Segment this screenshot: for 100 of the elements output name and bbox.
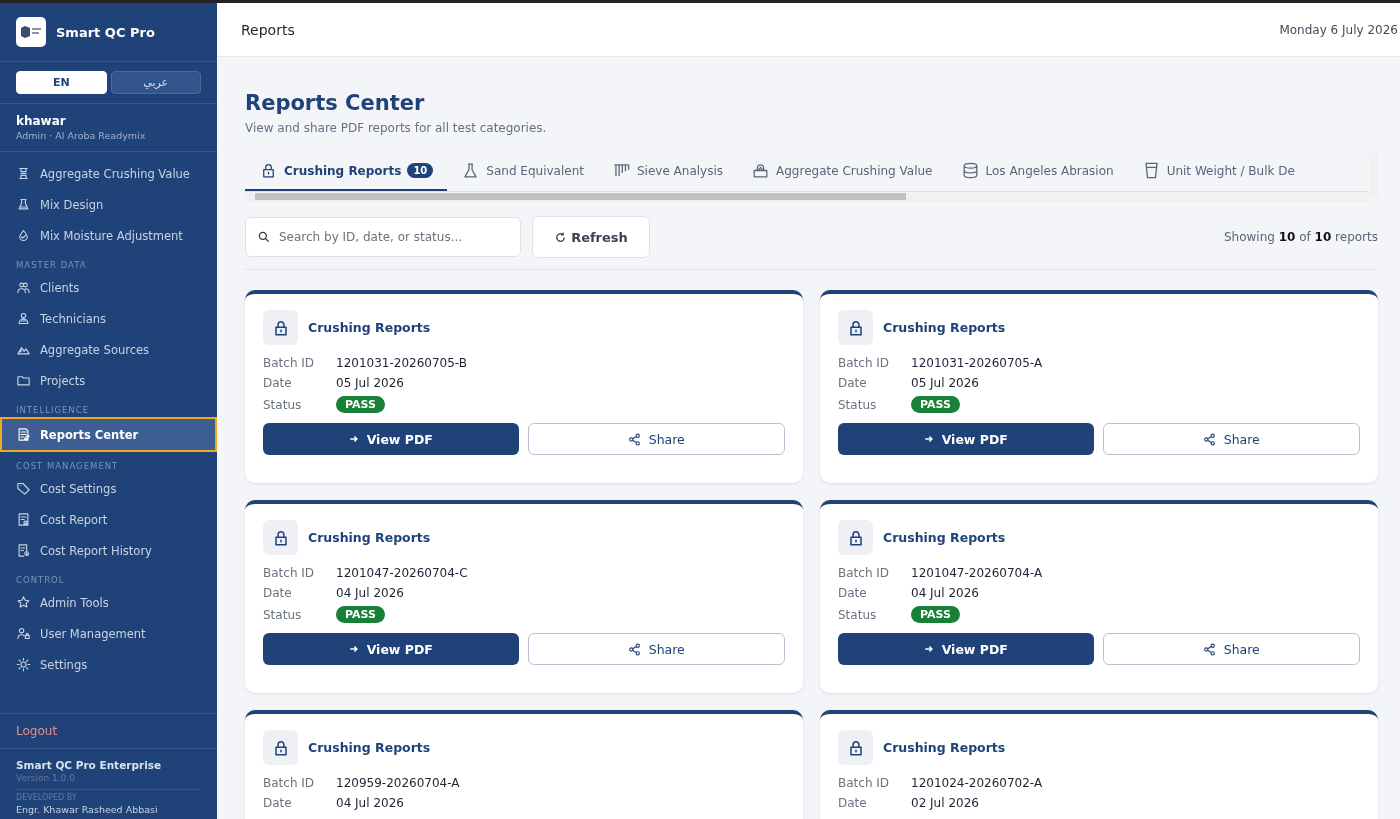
field-label: Batch ID (838, 776, 891, 790)
version-text: Version 1.0.0 (16, 773, 76, 783)
document-clock-icon (16, 543, 31, 558)
view-pdf-button[interactable]: View PDF (263, 423, 519, 455)
view-pdf-button[interactable]: View PDF (838, 633, 1094, 665)
report-date: 05 Jul 2026 (911, 376, 980, 390)
card-title: Crushing Reports (308, 320, 431, 335)
search-field[interactable]: Search by ID, date, or status... (245, 217, 521, 257)
category-tab[interactable]: Sand Equivalent (447, 153, 598, 191)
category-tab[interactable]: Los Angeles Abrasion (946, 153, 1128, 191)
report-date: 02 Jul 2026 (911, 796, 980, 810)
card-title: Crushing Reports (883, 530, 1006, 545)
report-date: 04 Jul 2026 (336, 586, 405, 600)
report-date: 04 Jul 2026 (336, 796, 405, 810)
card-title: Crushing Reports (308, 740, 431, 755)
status-pill: PASS (336, 606, 385, 623)
header-title: Reports (241, 21, 295, 38)
batch-id: 1201047-20260704-A (911, 566, 1044, 580)
field-label: Batch ID (838, 356, 891, 370)
crusher-icon (16, 166, 31, 181)
share-button[interactable]: Share (527, 633, 785, 665)
nav-item[interactable]: Technicians (0, 303, 217, 334)
share-icon (627, 432, 641, 446)
lock-icon (838, 310, 873, 345)
nav-item[interactable]: Mix Moisture Adjustment (0, 220, 217, 251)
nav-item[interactable]: User Management (0, 618, 217, 649)
developer-name: Engr. Khawar Rasheed Abbasi (16, 804, 159, 815)
field-label: Date (838, 376, 868, 390)
category-tab[interactable]: Unit Weight / Bulk De (1127, 153, 1309, 191)
category-tab[interactable]: Aggregate Crushing Value (737, 153, 947, 191)
horizontal-scrollbar[interactable] (245, 193, 1368, 202)
section-heading: MASTER DATA (15, 259, 88, 272)
arrow-icon (923, 644, 934, 654)
nav-item[interactable]: Reports Center (0, 417, 217, 452)
nav-item[interactable]: Aggregate Sources (0, 334, 217, 365)
refresh-icon (554, 230, 568, 244)
lock-icon (263, 730, 298, 765)
field-label: Date (838, 796, 868, 810)
lock-icon (838, 520, 873, 555)
arrow-icon (348, 644, 359, 654)
header-date: Monday 6 July 2026 (1279, 22, 1398, 37)
status-pill: PASS (336, 396, 385, 413)
field-label: Batch ID (838, 566, 891, 580)
category-tab[interactable]: Crushing Reports 10 (245, 153, 448, 191)
section-heading: COST MANAGEMENT (15, 460, 120, 473)
field-label: Status (838, 397, 878, 412)
arrow-icon (923, 434, 934, 444)
field-label: Date (263, 586, 293, 600)
share-button[interactable]: Share (527, 423, 785, 455)
category-tab[interactable]: Sieve Analysis (597, 153, 738, 191)
user-lock-icon (16, 626, 31, 641)
field-label: Date (263, 796, 293, 810)
app-name: Smart QC Pro (56, 24, 155, 40)
lock-icon (263, 310, 298, 345)
logo-icon (16, 17, 46, 47)
field-label: Status (263, 397, 303, 412)
field-label: Batch ID (263, 566, 316, 580)
share-button[interactable]: Share (1102, 633, 1360, 665)
share-button[interactable]: Share (1102, 423, 1360, 455)
nav-item[interactable]: Mix Design (0, 189, 217, 220)
search-icon (257, 230, 271, 244)
nav-item[interactable]: Cost Report (0, 504, 217, 535)
results-count: Showing 10 of 10 reports (1223, 230, 1378, 244)
nav-item[interactable]: Cost Settings (0, 473, 217, 504)
nav-item[interactable]: Cost Report History (0, 535, 217, 566)
settings-icon (16, 657, 31, 672)
field-label: Batch ID (263, 356, 316, 370)
card-title: Crushing Reports (308, 530, 431, 545)
lock-icon (263, 520, 298, 555)
status-pill: PASS (911, 606, 960, 623)
batch-id: 1201024-20260702-A (911, 776, 1044, 790)
share-icon (1202, 642, 1216, 656)
lock-icon (838, 730, 873, 765)
logout-link[interactable]: Logout (0, 713, 217, 749)
card-title: Crushing Reports (883, 740, 1006, 755)
report-edit-icon (16, 427, 31, 442)
nav-item[interactable]: Clients (0, 272, 217, 303)
nav-item[interactable]: Aggregate Crushing Value (0, 158, 217, 189)
user-name: khawar (16, 114, 67, 128)
share-icon (1202, 432, 1216, 446)
status-pill: PASS (911, 396, 960, 413)
batch-id: 1201047-20260704-C (336, 566, 469, 580)
product-name: Smart QC Pro Enterprise (16, 759, 163, 771)
section-heading: CONTROL (15, 574, 66, 587)
user-role: Admin · Al Aroba Readymix (16, 130, 147, 141)
language-toggle[interactable]: EN (16, 71, 107, 94)
refresh-button[interactable]: Refresh (532, 216, 650, 258)
language-toggle[interactable]: عربي (110, 71, 201, 94)
nav-item[interactable]: Projects (0, 365, 217, 396)
nav-item[interactable]: Settings (0, 649, 217, 680)
count-badge: 10 (407, 163, 434, 178)
tag-icon (16, 481, 31, 496)
people-icon (16, 280, 31, 295)
field-label: Status (838, 607, 878, 622)
nav-item[interactable]: Admin Tools (0, 587, 217, 618)
field-label: Date (838, 586, 868, 600)
view-pdf-button[interactable]: View PDF (838, 423, 1094, 455)
report-date: 05 Jul 2026 (336, 376, 405, 390)
view-pdf-button[interactable]: View PDF (263, 633, 519, 665)
section-heading: INTELLIGENCE (15, 404, 91, 417)
